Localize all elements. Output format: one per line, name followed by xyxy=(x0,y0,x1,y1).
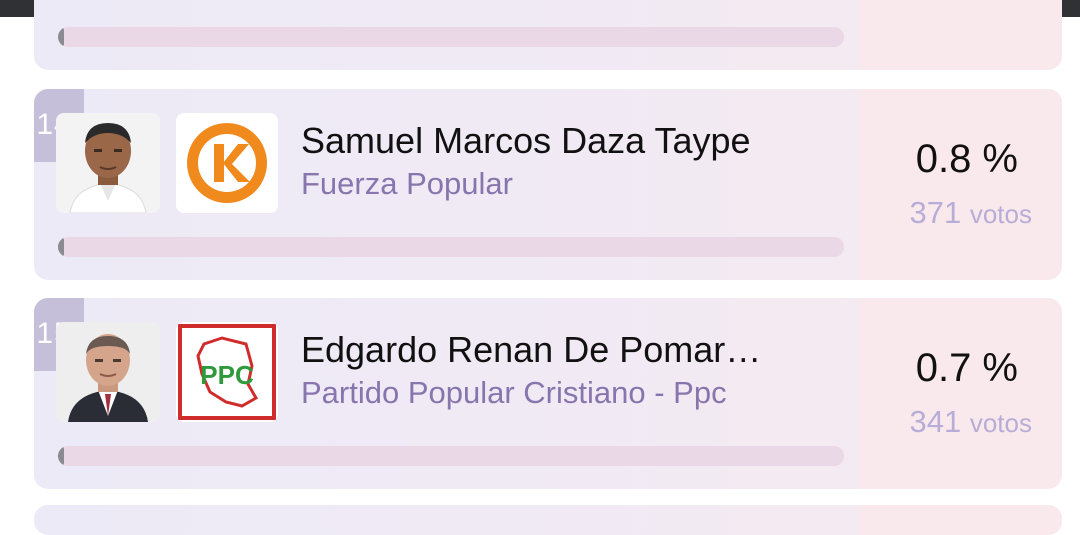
vote-count-number: 341 xyxy=(909,404,962,439)
card-result-panel xyxy=(860,89,1062,280)
vote-percentage: 0.7 % xyxy=(915,346,1018,390)
vote-count: 341 votos xyxy=(909,404,1032,440)
candidate-photo xyxy=(56,113,160,213)
candidate-name: Samuel Marcos Daza Taype xyxy=(301,120,751,161)
candidate-card[interactable]: 15 PPC Edgardo Renan De Pomar… Partido P… xyxy=(34,298,1062,489)
candidate-photo-icon xyxy=(56,322,160,422)
vote-progress-bar xyxy=(58,446,844,466)
candidate-card-next[interactable] xyxy=(34,505,1062,535)
vote-percentage: 0.8 % xyxy=(915,137,1018,181)
party-logo xyxy=(176,113,278,213)
candidate-name: Edgardo Renan De Pomar… xyxy=(301,329,762,370)
ppc-logo-text: PPC xyxy=(200,360,254,390)
vote-progress-fill xyxy=(58,446,64,466)
candidate-card[interactable]: 14 Samuel Marcos Daza Taype Fuerza Popul… xyxy=(34,89,1062,280)
fuerza-popular-k-logo-icon xyxy=(187,123,267,203)
party-logo: PPC xyxy=(176,322,278,422)
card-result-panel xyxy=(860,0,1062,70)
vote-count-unit: votos xyxy=(969,199,1032,229)
ppc-logo-icon: PPC xyxy=(178,324,276,420)
candidate-card-previous[interactable] xyxy=(34,0,1062,70)
party-name: Partido Popular Cristiano - Ppc xyxy=(301,375,727,410)
party-name: Fuerza Popular xyxy=(301,166,513,201)
vote-count-number: 371 xyxy=(909,195,962,230)
vote-progress-bar xyxy=(58,27,844,47)
vote-count: 371 votos xyxy=(909,195,1032,231)
vote-progress-bar xyxy=(58,237,844,257)
candidate-photo xyxy=(56,322,160,422)
vote-progress-fill xyxy=(58,237,65,257)
card-result-panel xyxy=(860,505,1062,535)
vote-progress-fill xyxy=(58,27,65,47)
card-result-panel xyxy=(860,298,1062,489)
candidate-photo-icon xyxy=(56,113,160,213)
vote-count-unit: votos xyxy=(969,408,1032,438)
